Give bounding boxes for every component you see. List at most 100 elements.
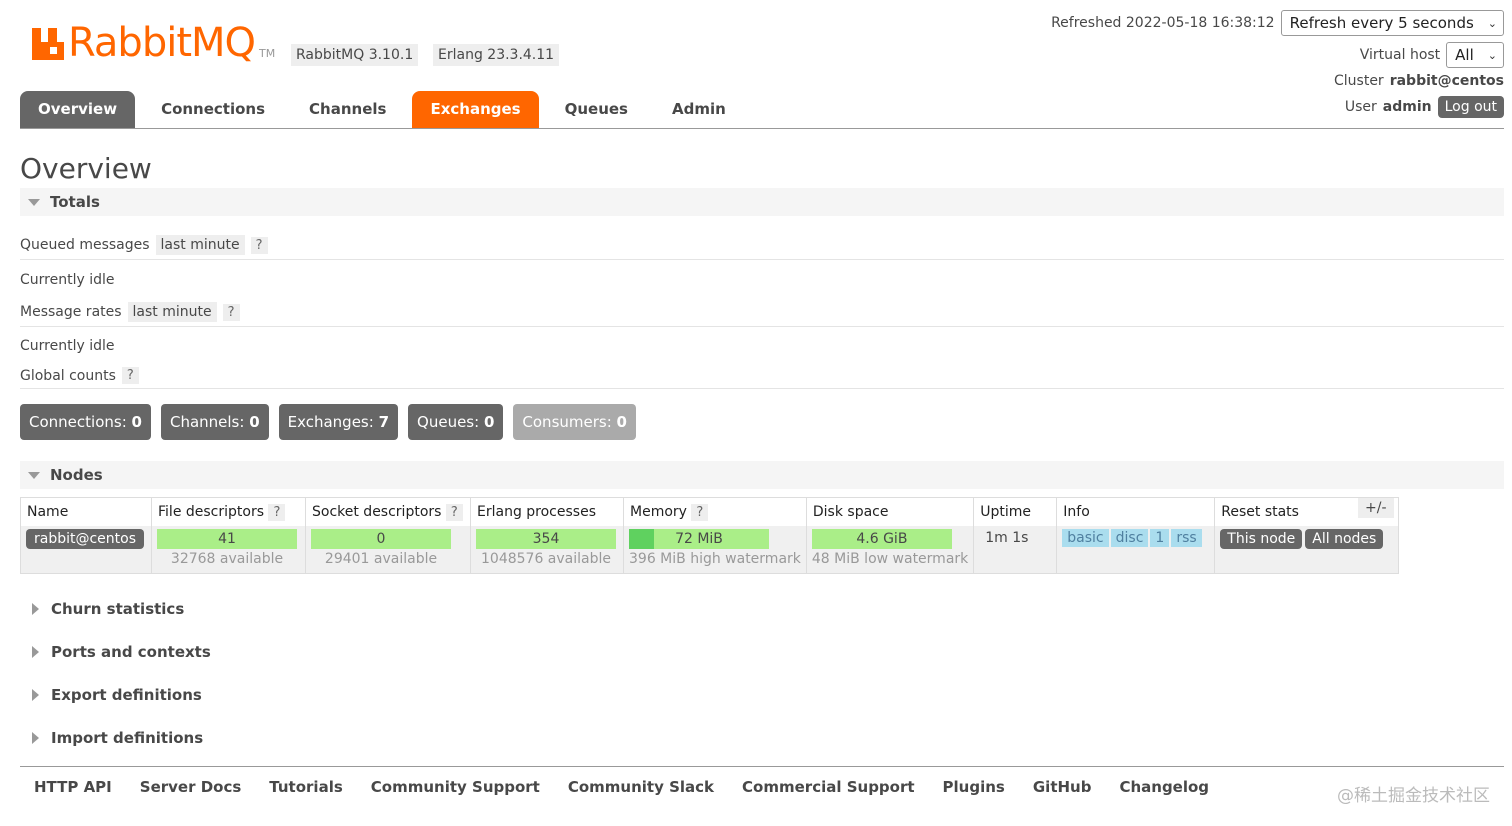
count-value: 0 — [249, 413, 260, 431]
fd-help-button[interactable]: ? — [268, 503, 286, 521]
column-toggle-button[interactable]: +/- — [1358, 498, 1394, 518]
collapse-triangle-icon — [28, 471, 40, 479]
disk-watermark: 48 MiB low watermark — [811, 550, 969, 567]
count-label: Queues: — [417, 413, 480, 431]
fd-bar: 41 — [157, 528, 297, 549]
queues-count-button[interactable]: Queues: 0 — [408, 404, 504, 440]
disk-value: 4.6 GiB — [856, 530, 908, 547]
message-rates-label: Message rates — [20, 304, 122, 320]
queued-idle-text: Currently idle — [20, 272, 115, 288]
proc-bar: 354 — [476, 528, 616, 549]
chevron-down-icon: ⌄ — [1487, 16, 1497, 30]
fd-value: 41 — [218, 530, 236, 547]
rabbitmq-logo[interactable]: RabbitMQ TM — [32, 22, 275, 64]
totals-title: Totals — [50, 193, 100, 211]
global-counts-row: Global counts ? — [20, 367, 1504, 389]
totals-section-toggle[interactable]: Totals — [20, 188, 1504, 216]
info-tag-basic: basic — [1062, 528, 1109, 547]
cell-socket-descriptors: 0 29401 available — [305, 525, 471, 574]
memory-value: 72 MiB — [675, 530, 723, 547]
refresh-interval-select[interactable]: Refresh every 5 seconds ⌄ — [1280, 10, 1504, 36]
info-tag-disc: disc — [1110, 528, 1149, 547]
main-tabs: Overview Connections Channels Exchanges … — [20, 91, 1504, 129]
cell-disk-space: 4.6 GiB 48 MiB low watermark — [805, 525, 975, 574]
sock-help-button[interactable]: ? — [445, 503, 463, 521]
count-value: 7 — [378, 413, 390, 431]
footer-link-server-docs[interactable]: Server Docs — [140, 778, 242, 796]
footer-link-tutorials[interactable]: Tutorials — [269, 778, 342, 796]
memory-watermark: 396 MiB high watermark — [629, 550, 801, 567]
footer-link-plugins[interactable]: Plugins — [943, 778, 1005, 796]
ports-contexts-toggle[interactable]: Ports and contexts — [20, 638, 1504, 666]
node-name-link[interactable]: rabbit@centos — [26, 528, 145, 549]
count-label: Connections: — [29, 413, 127, 431]
count-value: 0 — [616, 413, 627, 431]
footer-link-community-slack[interactable]: Community Slack — [568, 778, 714, 796]
col-sock-label: Socket descriptors — [312, 503, 442, 520]
cluster-name: rabbit@centos — [1389, 73, 1504, 89]
channels-count-button[interactable]: Channels: 0 — [160, 404, 269, 440]
queued-range-tag[interactable]: last minute — [155, 235, 245, 255]
vhost-label: Virtual host — [1359, 47, 1441, 63]
tab-admin[interactable]: Admin — [654, 91, 744, 128]
table-row: rabbit@centos 41 32768 available 0 29401… — [20, 525, 1400, 574]
global-counts: Connections: 0 Channels: 0 Exchanges: 7 … — [20, 404, 636, 440]
mem-help-button[interactable]: ? — [691, 503, 709, 521]
info-tag-rss: rss — [1171, 528, 1202, 547]
col-name: Name — [20, 497, 152, 526]
export-definitions-title: Export definitions — [51, 686, 202, 704]
col-erlang-processes: Erlang processes — [470, 497, 624, 526]
col-fd-label: File descriptors — [158, 503, 265, 520]
rabbitmq-version: RabbitMQ 3.10.1 — [291, 44, 419, 66]
footer-link-commercial-support[interactable]: Commercial Support — [742, 778, 915, 796]
col-disk-space: Disk space — [805, 497, 975, 526]
reset-this-node-button[interactable]: This node — [1220, 528, 1303, 549]
footer-links: HTTP API Server Docs Tutorials Community… — [20, 766, 1504, 806]
footer-link-http-api[interactable]: HTTP API — [34, 778, 112, 796]
queued-help-button[interactable]: ? — [250, 236, 268, 254]
global-counts-label: Global counts — [20, 367, 116, 384]
vhost-select[interactable]: All ⌄ — [1446, 42, 1504, 68]
col-uptime: Uptime — [973, 497, 1058, 526]
memory-bar-fill — [629, 528, 655, 549]
footer-link-changelog[interactable]: Changelog — [1119, 778, 1209, 796]
nodes-title: Nodes — [50, 466, 103, 484]
rates-help-button[interactable]: ? — [222, 303, 240, 321]
connections-count-button[interactable]: Connections: 0 — [20, 404, 151, 440]
col-info: Info — [1056, 497, 1216, 526]
reset-all-nodes-button[interactable]: All nodes — [1305, 528, 1384, 549]
collapse-triangle-icon — [28, 198, 40, 206]
expand-triangle-icon — [32, 646, 39, 658]
col-proc-label: Erlang processes — [477, 503, 596, 520]
message-rates-row: Message rates last minute ? — [20, 302, 1504, 327]
rates-range-tag[interactable]: last minute — [127, 302, 217, 322]
queued-messages-row: Queued messages last minute ? — [20, 235, 1504, 260]
proc-available: 1048576 available — [481, 550, 611, 567]
consumers-count-button[interactable]: Consumers: 0 — [513, 404, 636, 440]
sock-available: 29401 available — [324, 550, 438, 567]
erlang-version: Erlang 23.3.4.11 — [433, 44, 560, 66]
tab-queues[interactable]: Queues — [547, 91, 646, 128]
proc-value: 354 — [532, 530, 560, 547]
sock-bar: 0 — [311, 528, 451, 549]
tab-exchanges[interactable]: Exchanges — [412, 91, 539, 128]
nodes-section-toggle[interactable]: Nodes — [20, 461, 1504, 489]
import-definitions-toggle[interactable]: Import definitions — [20, 724, 1504, 752]
ports-contexts-title: Ports and contexts — [51, 643, 211, 661]
export-definitions-toggle[interactable]: Export definitions — [20, 681, 1504, 709]
watermark-text: @稀土掘金技术社区 — [1337, 786, 1490, 806]
tab-connections[interactable]: Connections — [143, 91, 283, 128]
exchanges-count-button[interactable]: Exchanges: 7 — [278, 404, 399, 440]
tab-overview[interactable]: Overview — [20, 91, 136, 128]
col-reset-label: Reset stats — [1221, 503, 1299, 520]
global-help-button[interactable]: ? — [121, 367, 139, 384]
col-file-descriptors: File descriptors ? — [151, 497, 306, 526]
tab-channels[interactable]: Channels — [291, 91, 404, 128]
footer-link-community-support[interactable]: Community Support — [371, 778, 540, 796]
footer-link-github[interactable]: GitHub — [1033, 778, 1092, 796]
col-disk-label: Disk space — [812, 503, 889, 520]
count-label: Consumers: — [522, 413, 612, 431]
count-label: Exchanges: — [287, 413, 374, 431]
churn-statistics-toggle[interactable]: Churn statistics — [20, 595, 1504, 623]
nodes-table: Name File descriptors ? Socket descripto… — [20, 497, 1400, 574]
